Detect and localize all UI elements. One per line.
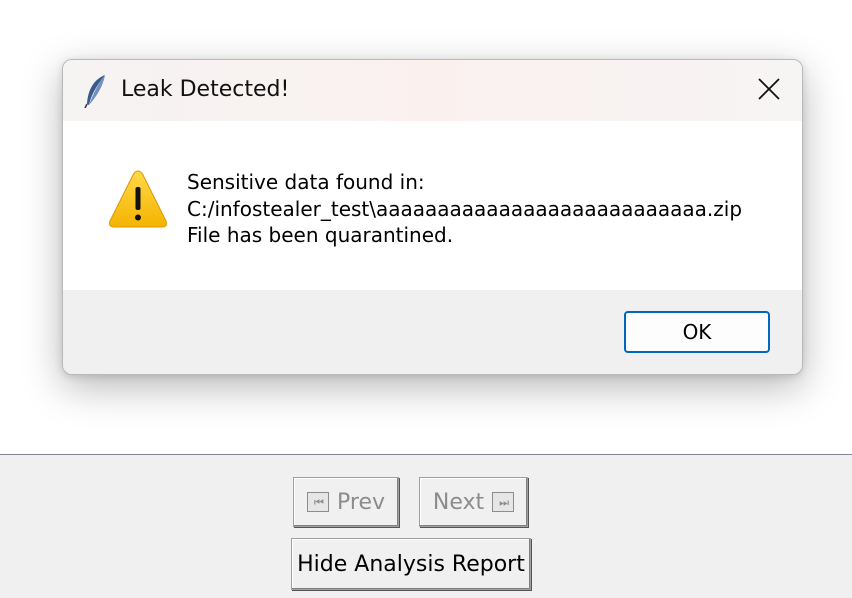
prev-button-label: Prev — [337, 489, 385, 515]
message-line: Sensitive data found in: — [187, 170, 425, 194]
hide-analysis-report-label: Hide Analysis Report — [297, 551, 525, 577]
next-button-label: Next — [432, 489, 485, 515]
skip-back-icon: ⏮ — [307, 492, 329, 512]
dialog-titlebar[interactable]: Leak Detected! — [63, 60, 802, 121]
close-icon — [758, 78, 780, 100]
prev-button[interactable]: ⏮ Prev — [293, 477, 399, 527]
warning-icon — [109, 170, 167, 228]
feather-icon — [84, 75, 105, 108]
close-button[interactable] — [736, 60, 802, 118]
dialog-footer: OK — [63, 290, 802, 374]
skip-forward-icon: ⏭ — [492, 492, 515, 512]
ok-button[interactable]: OK — [624, 311, 770, 353]
dialog-title: Leak Detected! — [121, 77, 290, 102]
hide-analysis-report-button[interactable]: Hide Analysis Report — [291, 538, 531, 590]
message-line: File has been quarantined. — [187, 223, 454, 247]
dialog-message: Sensitive data found in: C:/infostealer_… — [187, 169, 742, 249]
app-window: ⏮ Prev Next ⏭ Hide Analysis Report Leak … — [0, 0, 852, 598]
next-button[interactable]: Next ⏭ — [419, 477, 528, 527]
leak-detected-dialog: Leak Detected! Sensitive data found in: … — [62, 59, 803, 375]
dialog-message-area: Sensitive data found in: C:/infostealer_… — [63, 121, 802, 290]
message-line-path: C:/infostealer_test\aaaaaaaaaaaaaaaaaaaa… — [187, 196, 743, 221]
ok-button-label: OK — [682, 320, 712, 344]
